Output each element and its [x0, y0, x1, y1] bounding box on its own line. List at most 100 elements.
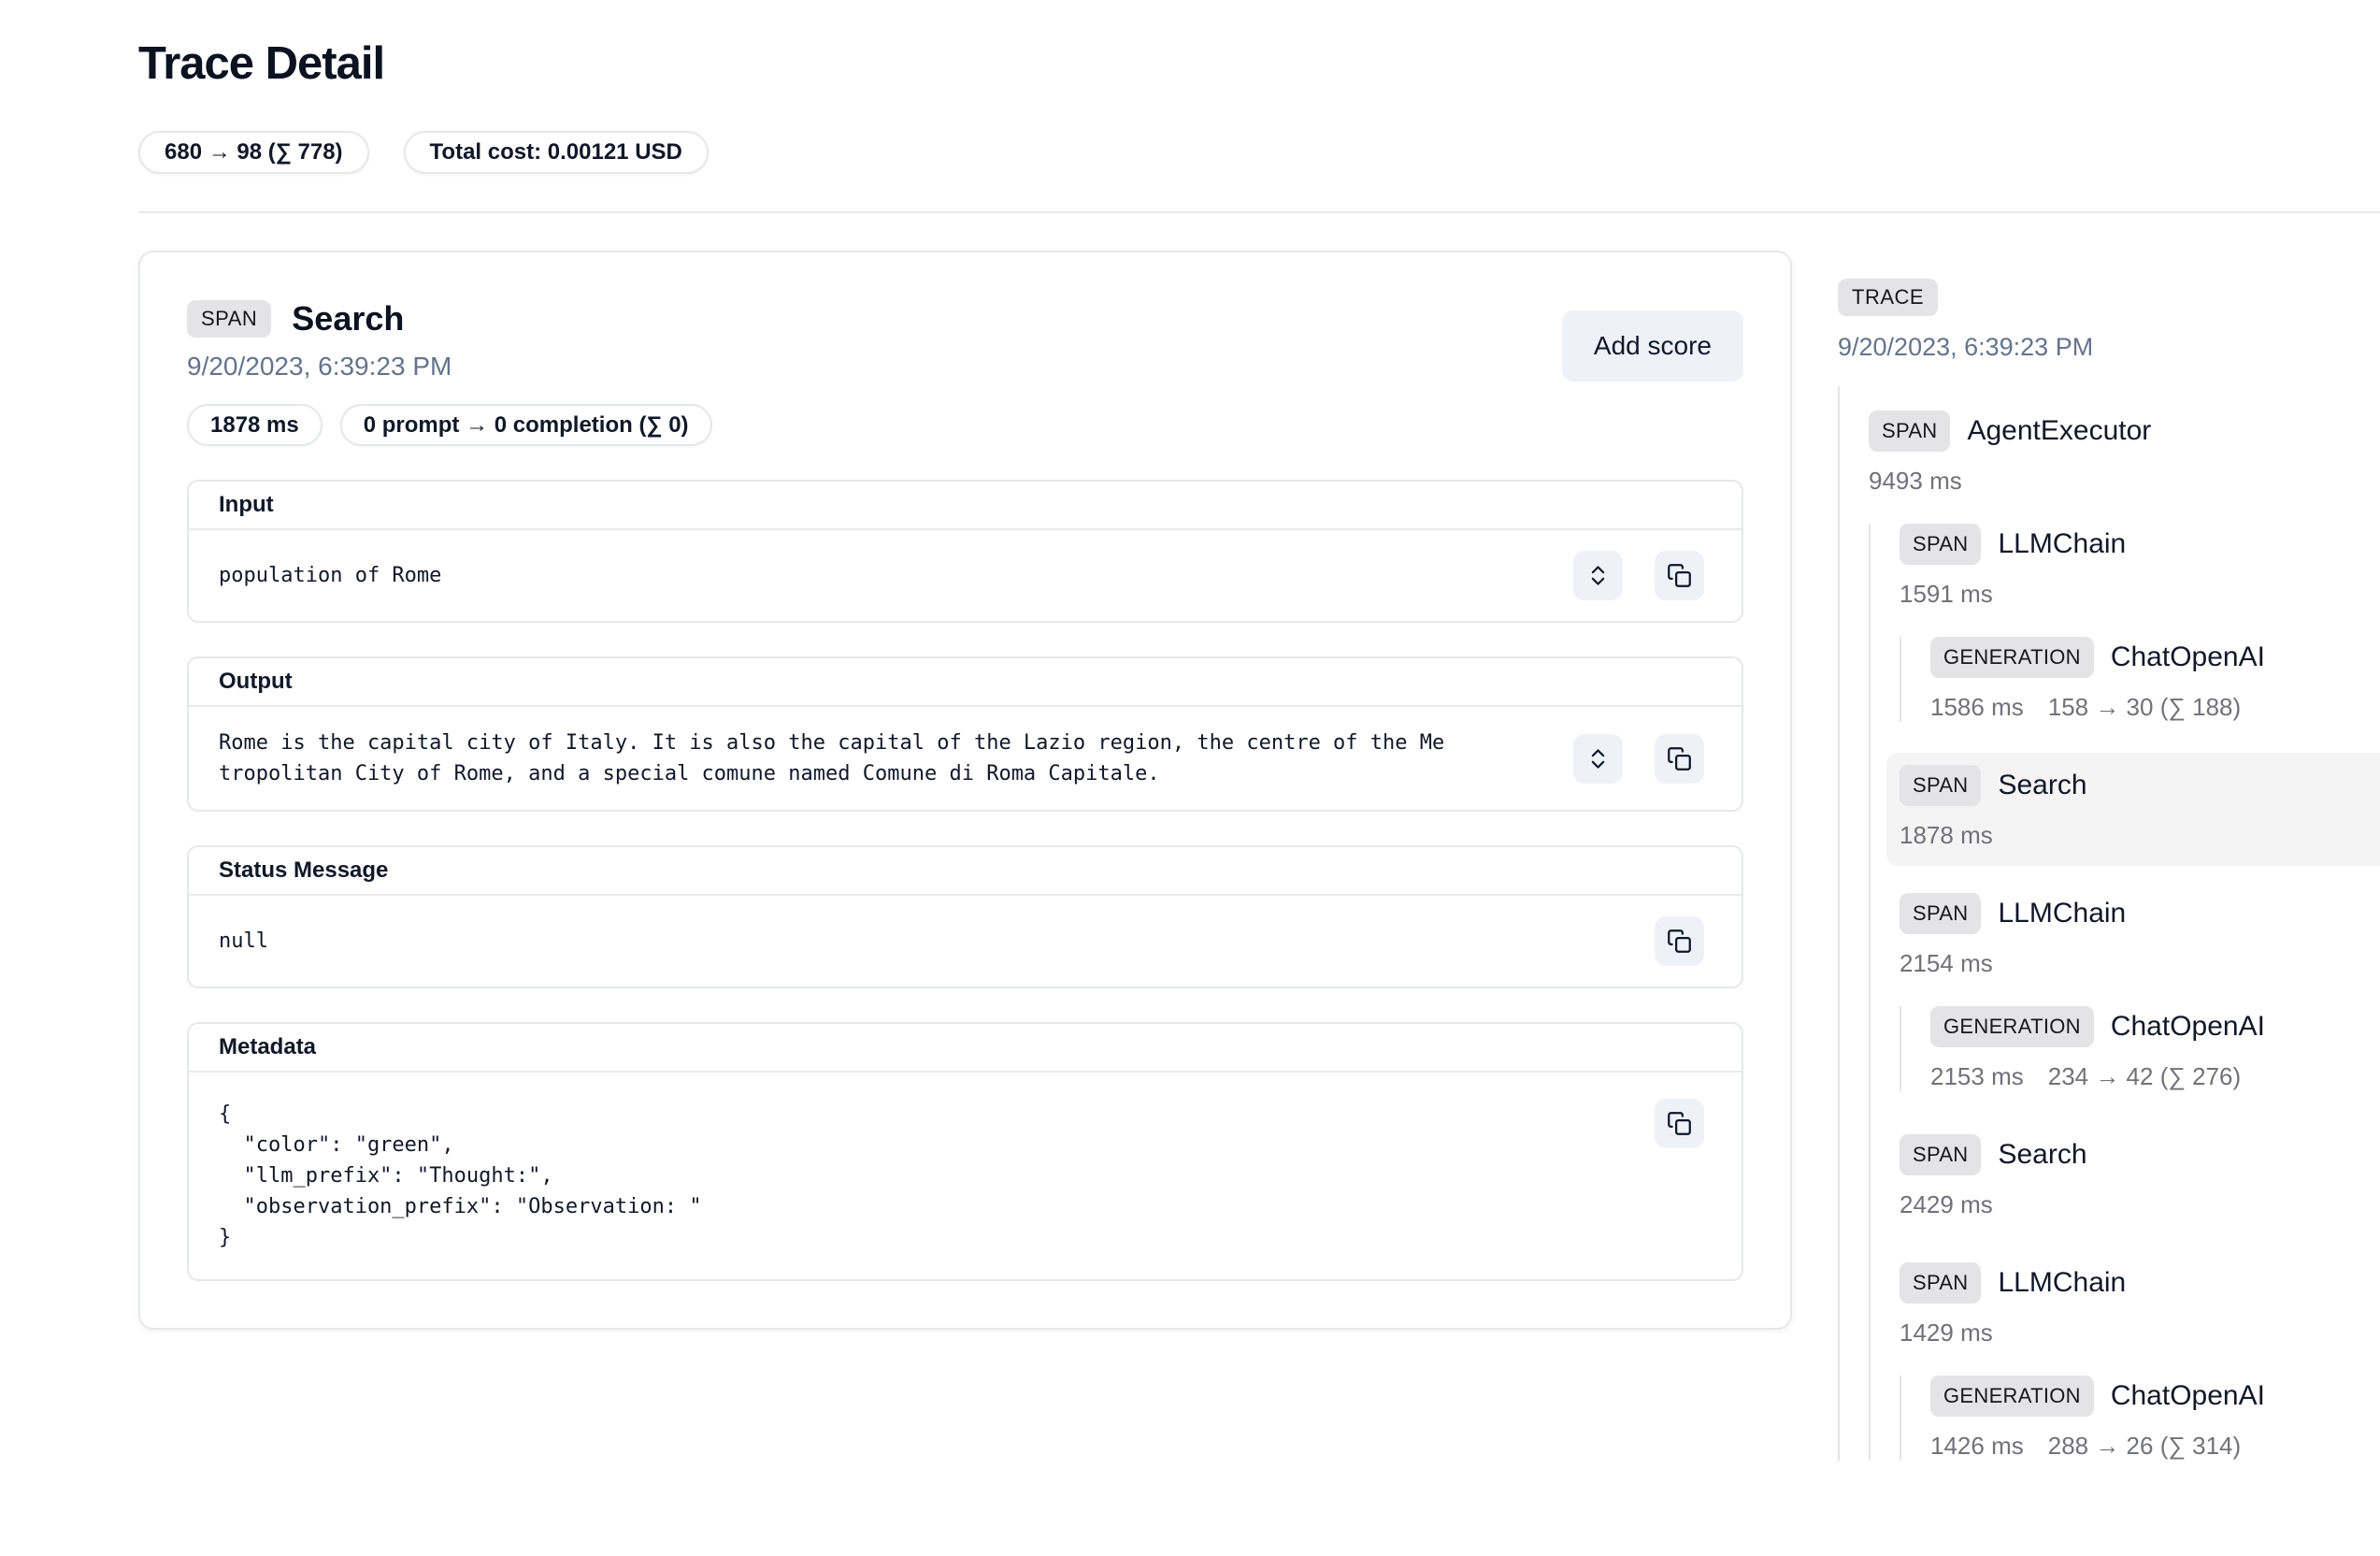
observation-name: ChatOpenAI [2111, 641, 2265, 673]
trace-tree-node: SPANLLMChain 1429 ms GENERATION ChatOpenAI 1… [1900, 1262, 2380, 1461]
observation-token-usage: 288 → 26 (∑ 314) [2048, 1432, 2241, 1461]
observation-meta: 1878 ms [1900, 821, 2380, 850]
status-message-section: Status Message null [187, 845, 1743, 988]
metadata-value: { "color": "green", "llm_prefix": "Thoug… [219, 1099, 1655, 1253]
page-header: Trace Detail 680 → 98 (∑ 778) Total cost… [0, 0, 2380, 213]
observation-type-badge: SPAN [1900, 524, 1981, 565]
trace-tree-sidebar: TRACE 9/20/2023, 6:39:23 PM SPANAgentExe… [1838, 213, 2380, 1504]
add-score-button[interactable]: Add score [1562, 310, 1743, 382]
observation-name: ChatOpenAI [2111, 1011, 2265, 1043]
tree-observation-chatopenai[interactable]: GENERATION ChatOpenAI 1426 ms288 → 26 (∑ 3… [1930, 1376, 2380, 1461]
observation-type-badge: GENERATION [1930, 637, 2094, 678]
total-cost-badge: Total cost: 0.00121 USD [404, 131, 709, 174]
tree-node-header: SPAN Search [1900, 765, 2380, 806]
duration-badge: 1878 ms [187, 404, 323, 446]
trace-detail-page: Trace Detail 680 → 98 (∑ 778) Total cost… [0, 0, 2380, 1556]
tree-observation-search[interactable]: SPAN Search1878 ms [1900, 765, 2380, 850]
observation-name: LLMChain [1998, 528, 2126, 560]
input-section: Input population of Rome [187, 480, 1743, 623]
observation-meta: 1591 ms [1900, 580, 2380, 609]
chevrons-up-down-icon [1585, 563, 1611, 588]
observation-duration: 1586 ms [1930, 693, 2024, 722]
observation-type-badge: SPAN [1900, 1262, 1981, 1304]
observation-type-badge: SPAN [1900, 1134, 1981, 1175]
tree-observation-llmchain[interactable]: SPAN LLMChain1591 ms [1900, 524, 2380, 609]
metadata-section-body: { "color": "green", "llm_prefix": "Thoug… [189, 1073, 1742, 1279]
observation-type-badge: SPAN [1900, 765, 1981, 806]
observation-card: SPAN Search 9/20/2023, 6:39:23 PM 1878 m… [138, 251, 1792, 1330]
output-section: Output Rome is the capital city of Italy… [187, 656, 1743, 812]
observation-meta: 1426 ms288 → 26 (∑ 314) [1930, 1432, 2380, 1461]
output-section-body: Rome is the capital city of Italy. It is… [189, 707, 1742, 810]
observation-header-left: SPAN Search 9/20/2023, 6:39:23 PM 1878 m… [187, 299, 712, 446]
output-actions [1573, 734, 1704, 784]
trace-tree-node: SPANLLMChain2154 ms GENERATION ChatOpenAI 2… [1900, 893, 2380, 1091]
observation-type-badge: GENERATION [1930, 1376, 2094, 1417]
observation-meta: 2154 ms [1900, 949, 2380, 978]
tree-observation-llmchain[interactable]: SPANLLMChain 1429 ms [1900, 1262, 2380, 1347]
observation-duration: 9493 ms [1869, 467, 1962, 496]
tree-node-header: GENERATION ChatOpenAI [1930, 637, 2380, 678]
output-value: Rome is the capital city of Italy. It is… [219, 728, 1448, 789]
observation-title-row: SPAN Search [187, 299, 712, 339]
observation-meta: 1586 ms158 → 30 (∑ 188) [1930, 693, 2380, 722]
observation-name: AgentExecutor [1967, 415, 2151, 447]
observation-duration: 2154 ms [1900, 949, 1993, 978]
trace-tree-node: SPANAgentExecutor9493 msSPANLLMChain1591… [1869, 411, 2380, 1461]
copy-button[interactable] [1655, 916, 1704, 966]
observation-type-badge: GENERATION [1930, 1006, 2094, 1047]
tree-node-header: GENERATION ChatOpenAI [1930, 1006, 2380, 1047]
expand-button[interactable] [1573, 734, 1623, 784]
tree-node-header: SPANAgentExecutor [1869, 411, 2380, 452]
tree-observation-agentexecutor[interactable]: SPANAgentExecutor 9493 ms [1869, 411, 2380, 496]
observation-meta: 2429 ms [1900, 1190, 2380, 1219]
trace-timestamp: 9/20/2023, 6:39:23 PM [1838, 333, 2380, 362]
trace-summary-badges: 680 → 98 (∑ 778) Total cost: 0.00121 USD [138, 131, 2380, 174]
observation-duration: 2153 ms [1930, 1062, 2024, 1091]
tree-node-header: SPANLLMChain [1900, 1262, 2380, 1304]
tree-node-children: GENERATION ChatOpenAI 1586 ms158 → 30 (∑ 1… [1900, 637, 2380, 722]
trace-tree-node: GENERATION ChatOpenAI 2153 ms 234 → 42 (∑ 2… [1930, 1006, 2380, 1091]
observation-name: ChatOpenAI [2111, 1380, 2265, 1412]
observation-duration: 1429 ms [1900, 1318, 1993, 1347]
status-section-body: null [189, 896, 1742, 987]
input-value: population of Rome [219, 560, 1573, 591]
tree-observation-chatopenai[interactable]: GENERATION ChatOpenAI 2153 ms 234 → 42 (∑ 2… [1930, 1006, 2380, 1091]
observation-header: SPAN Search 9/20/2023, 6:39:23 PM 1878 m… [187, 299, 1743, 446]
status-section-title: Status Message [189, 847, 1742, 896]
copy-button[interactable] [1655, 551, 1704, 600]
page-title: Trace Detail [138, 37, 2380, 90]
chevrons-up-down-icon [1585, 746, 1611, 771]
observation-duration: 2429 ms [1900, 1190, 1993, 1219]
observation-duration: 1591 ms [1900, 580, 1993, 609]
tree-observation-llmchain[interactable]: SPANLLMChain2154 ms [1900, 893, 2380, 978]
copy-icon [1667, 563, 1692, 588]
token-usage-badge: 680 → 98 (∑ 778) [138, 131, 369, 174]
tree-node-header: SPAN Search [1900, 1134, 2380, 1175]
metadata-actions [1655, 1099, 1704, 1148]
observation-name: Search [1998, 770, 2086, 801]
copy-button[interactable] [1655, 1099, 1704, 1148]
status-value: null [219, 926, 1655, 957]
copy-icon [1667, 746, 1692, 771]
observation-type-badge: SPAN [1900, 893, 1981, 934]
observation-duration: 1878 ms [1900, 821, 1993, 850]
input-section-body: population of Rome [189, 530, 1742, 621]
observation-token-usage: 234 → 42 (∑ 276) [2048, 1062, 2241, 1091]
tree-node-header: GENERATION ChatOpenAI [1930, 1376, 2380, 1417]
trace-type-badge: TRACE [1838, 279, 1938, 316]
status-actions [1655, 916, 1704, 966]
tree-observation-chatopenai[interactable]: GENERATION ChatOpenAI 1586 ms158 → 30 (∑ 1… [1930, 637, 2380, 722]
input-actions [1573, 551, 1704, 600]
observation-name: Search [1998, 1139, 2086, 1171]
output-section-title: Output [189, 658, 1742, 707]
copy-icon [1667, 929, 1692, 954]
copy-button[interactable] [1655, 734, 1704, 784]
input-section-title: Input [189, 482, 1742, 530]
copy-icon [1667, 1111, 1692, 1136]
trace-tree-node: GENERATION ChatOpenAI 1586 ms158 → 30 (∑ 1… [1930, 637, 2380, 722]
usage-badge: 0 prompt → 0 completion (∑ 0) [340, 404, 712, 446]
tree-observation-search[interactable]: SPAN Search2429 ms [1900, 1134, 2380, 1219]
observation-meta: 2153 ms 234 → 42 (∑ 276) [1930, 1062, 2380, 1091]
expand-button[interactable] [1573, 551, 1623, 600]
